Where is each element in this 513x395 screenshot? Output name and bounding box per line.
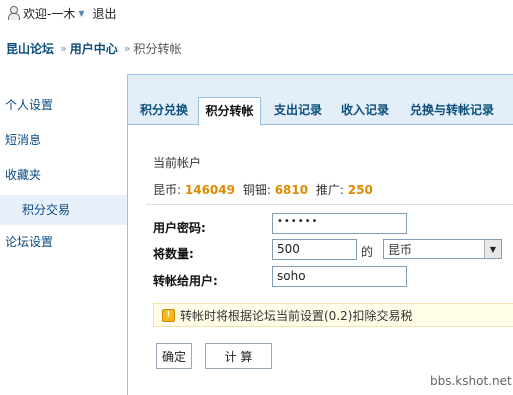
welcome-user-menu[interactable]: 欢迎-一木 <box>23 5 75 22</box>
breadcrumb-current: 积分转帐 <box>133 42 182 56</box>
recipient-field[interactable]: soho <box>272 266 407 287</box>
breadcrumb-home[interactable]: 昆山论坛 <box>6 40 54 57</box>
sidebar-item-favorites[interactable]: 收藏夹 <box>0 158 128 193</box>
sidebar-item-personal-settings[interactable]: 个人设置 <box>0 88 128 123</box>
chevron-down-icon[interactable]: ▼ <box>78 9 84 18</box>
breadcrumb: 昆山论坛 » 用户中心 » 积分转帐 <box>6 40 182 57</box>
sidebar-item-forum-settings[interactable]: 论坛设置 <box>0 225 128 260</box>
user-icon <box>6 6 20 20</box>
kunbi-label: 昆币: <box>153 183 182 197</box>
currency-selected: 昆币 <box>388 242 413 257</box>
amount-field[interactable]: 500 <box>272 239 357 260</box>
promo-label: 推广: <box>315 183 344 197</box>
sidebar: 个人设置 短消息 收藏夹 积分交易 论坛设置 <box>0 88 128 260</box>
sidebar-item-messages[interactable]: 短消息 <box>0 123 128 158</box>
tax-notice: ! 转帐时将根据论坛当前设置(0.2)扣除交易税 <box>153 303 513 327</box>
tab-income-records[interactable]: 收入记录 <box>335 97 395 125</box>
notice-icon: ! <box>162 308 175 322</box>
currency-select[interactable]: 昆币 ▼ <box>383 239 502 259</box>
tab-points-exchange[interactable]: 积分兑换 <box>134 97 194 125</box>
kunbi-value: 146049 <box>184 183 235 197</box>
account-balances: 昆币: 146049 铜钿: 6810 推广: 250 <box>153 181 373 198</box>
tax-notice-text: 转帐时将根据论坛当前设置(0.2)扣除交易税 <box>180 308 413 323</box>
of-label: 的 <box>361 245 374 259</box>
breadcrumb-separator: » <box>60 42 67 55</box>
recipient-label: 转帐给用户: <box>153 274 218 288</box>
promo-value: 250 <box>347 183 373 197</box>
password-label: 用户密码: <box>153 221 206 235</box>
divider <box>146 204 513 205</box>
tab-points-transfer[interactable]: 积分转帐 <box>198 97 261 126</box>
confirm-button[interactable]: 确定 <box>156 343 192 369</box>
breadcrumb-user-center[interactable]: 用户中心 <box>70 40 118 57</box>
tab-bar: 积分兑换 积分转帐 支出记录 收入记录 兑换与转帐记录 <box>128 75 513 126</box>
calculate-button[interactable]: 计 算 <box>205 343 272 369</box>
tab-exchange-transfer-records[interactable]: 兑换与转帐记录 <box>402 97 502 125</box>
sidebar-item-points-trade[interactable]: 积分交易 <box>0 195 128 225</box>
site-watermark: bbs.kshot.net <box>430 374 512 388</box>
copper-label: 铜钿: <box>242 183 271 197</box>
amount-label: 将数量: <box>153 247 194 261</box>
current-account-label: 当前帐户 <box>153 156 202 170</box>
copper-value: 6810 <box>274 183 309 197</box>
dropdown-arrow-icon[interactable]: ▼ <box>484 240 501 258</box>
tab-expense-records[interactable]: 支出记录 <box>268 97 328 125</box>
top-bar: 欢迎-一木 ▼ 退出 <box>0 0 513 26</box>
breadcrumb-separator: » <box>123 42 131 55</box>
password-field[interactable]: •••••• <box>272 213 407 234</box>
main-panel: 积分兑换 积分转帐 支出记录 收入记录 兑换与转帐记录 当前帐户 昆币: 146… <box>127 74 513 395</box>
logout-link[interactable]: 退出 <box>93 5 117 22</box>
